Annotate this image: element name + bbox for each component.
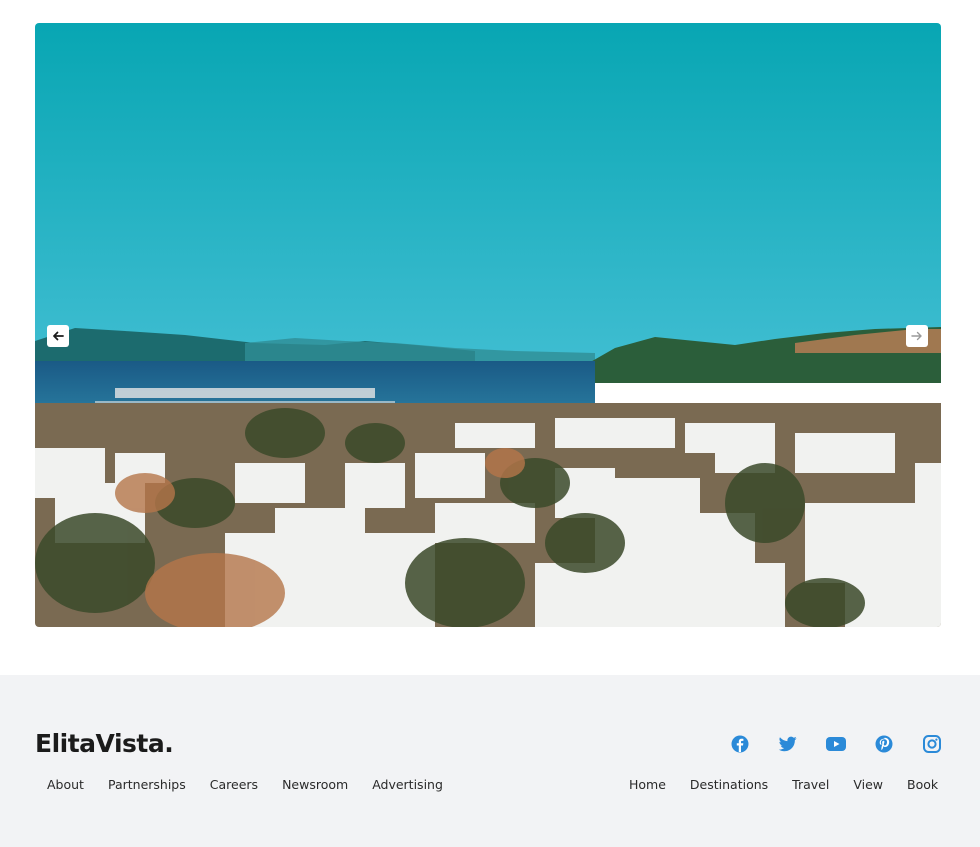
instagram-icon[interactable] <box>921 733 943 755</box>
brand-logo[interactable]: ElitaVista. <box>35 729 174 758</box>
footer-left-links: About Partnerships Careers Newsroom Adve… <box>47 777 467 792</box>
footer-link-partnerships[interactable]: Partnerships <box>108 777 186 792</box>
arrow-right-icon <box>911 331 922 341</box>
footer-right-links: Home Destinations Travel View Book <box>629 777 938 792</box>
footer-link-home[interactable]: Home <box>629 777 666 792</box>
footer-link-careers[interactable]: Careers <box>210 777 258 792</box>
footer-link-book[interactable]: Book <box>907 777 938 792</box>
footer-link-advertising[interactable]: Advertising <box>372 777 443 792</box>
facebook-icon[interactable] <box>729 733 751 755</box>
carousel-next-button[interactable] <box>906 325 928 347</box>
hero-photo <box>35 23 941 627</box>
twitter-icon[interactable] <box>777 733 799 755</box>
footer-link-newsroom[interactable]: Newsroom <box>282 777 348 792</box>
youtube-icon[interactable] <box>825 733 847 755</box>
footer-link-travel[interactable]: Travel <box>792 777 829 792</box>
footer: ElitaVista. About Partnerships Careers N… <box>0 675 980 847</box>
hero-image <box>35 23 941 627</box>
carousel-prev-button[interactable] <box>47 325 69 347</box>
footer-link-about[interactable]: About <box>47 777 84 792</box>
arrow-left-icon <box>53 331 64 341</box>
footer-link-destinations[interactable]: Destinations <box>690 777 768 792</box>
footer-link-view[interactable]: View <box>853 777 883 792</box>
pinterest-icon[interactable] <box>873 733 895 755</box>
